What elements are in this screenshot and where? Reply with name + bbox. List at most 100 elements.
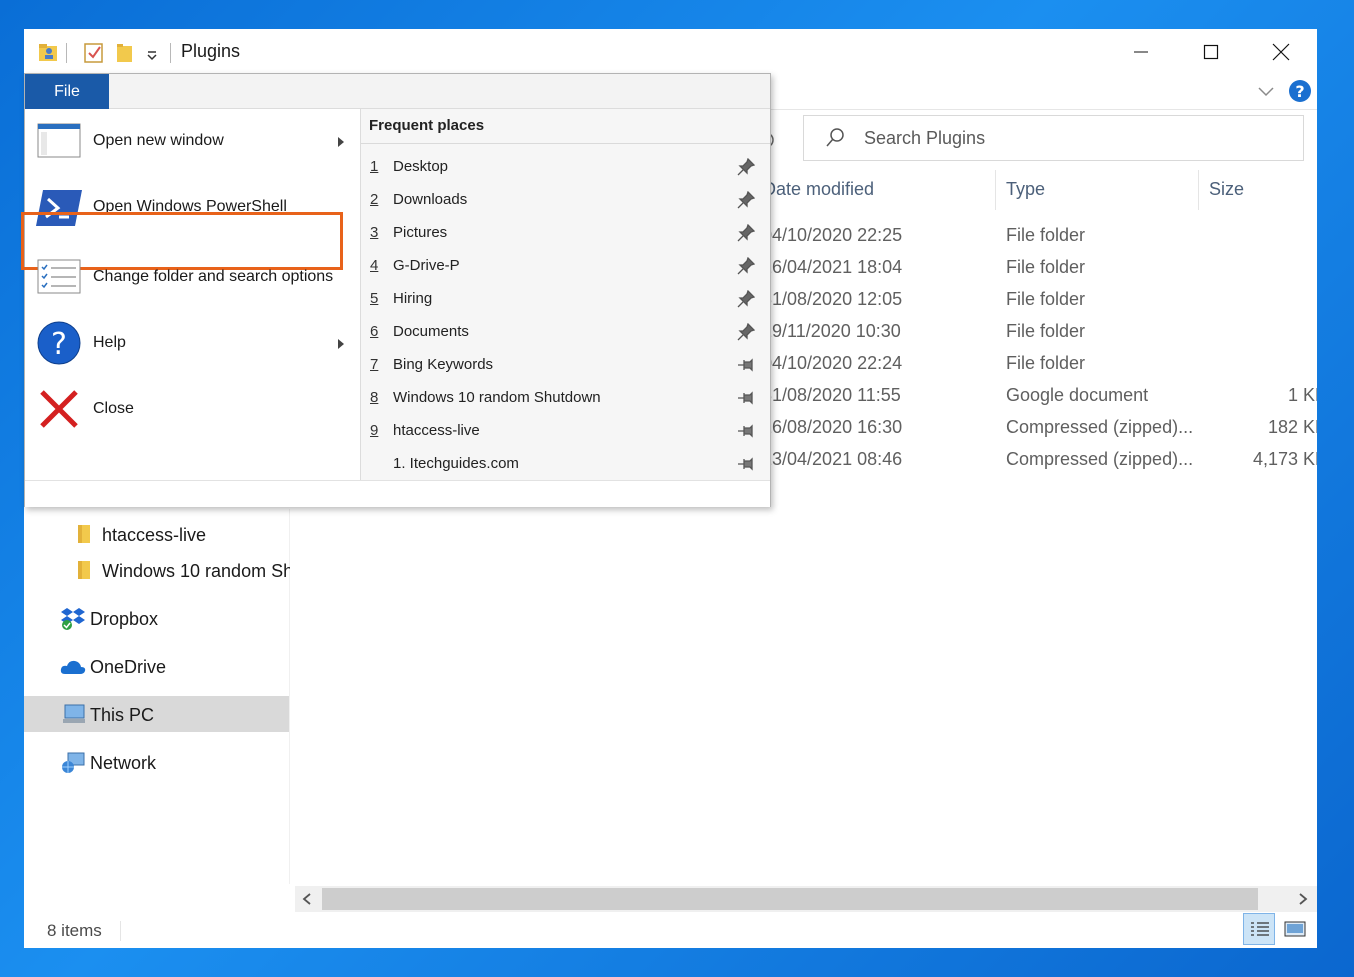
- maximize-button[interactable]: [1176, 29, 1246, 75]
- scroll-left-icon[interactable]: [301, 892, 313, 906]
- svg-text:?: ?: [51, 327, 67, 362]
- frequent-place-item[interactable]: 7 Bing Keywords: [361, 348, 770, 381]
- title-bar: Plugins: [24, 29, 1317, 75]
- file-type: File folder: [1006, 353, 1086, 373]
- file-date: 29/11/2020 10:30: [762, 321, 901, 341]
- this-pc-icon: [63, 704, 85, 723]
- submenu-arrow-icon: [338, 137, 344, 147]
- file-size: 182 KB: [1268, 417, 1317, 437]
- frequent-place-item[interactable]: 2 Downloads: [361, 183, 770, 216]
- unpinned-icon[interactable]: [737, 455, 755, 473]
- nav-item-onedrive[interactable]: OneDrive: [90, 657, 166, 678]
- help-label: Help: [93, 334, 126, 351]
- details-view-button[interactable]: [1243, 913, 1275, 945]
- folder-icon: [78, 561, 90, 579]
- network-icon: [62, 752, 85, 773]
- frequent-place-item[interactable]: 3 Pictures: [361, 216, 770, 249]
- unpinned-icon[interactable]: [737, 389, 755, 407]
- pinned-icon[interactable]: [737, 257, 755, 275]
- minimize-icon: [1134, 51, 1148, 53]
- status-item-count: 8 items: [47, 921, 102, 940]
- file-date: 31/08/2020 11:55: [762, 385, 901, 405]
- file-date: 26/08/2020 16:30: [762, 417, 903, 437]
- file-date: 04/10/2020 22:24: [762, 353, 903, 373]
- horizontal-scrollbar[interactable]: [295, 886, 1317, 912]
- column-header-type[interactable]: Type: [1006, 179, 1045, 200]
- pinned-icon[interactable]: [737, 191, 755, 209]
- maximize-icon: [1203, 44, 1219, 60]
- search-placeholder: Search Plugins: [864, 128, 986, 148]
- file-size: 1 KB: [1288, 385, 1317, 405]
- column-header-size[interactable]: Size: [1209, 179, 1244, 200]
- open-new-window-label: Open new window: [93, 132, 224, 149]
- file-date: 26/04/2021 18:04: [762, 257, 903, 277]
- large-icons-view-button[interactable]: [1279, 913, 1311, 945]
- frequent-place-item[interactable]: 1. Itechguides.com: [361, 447, 770, 480]
- nav-item-dropbox[interactable]: Dropbox: [90, 609, 158, 630]
- file-type: Compressed (zipped)...: [1006, 417, 1194, 437]
- file-type: File folder: [1006, 321, 1086, 341]
- close-menu-button[interactable]: Close: [25, 377, 360, 441]
- expand-ribbon-chevron-icon[interactable]: [1257, 85, 1275, 99]
- pinned-icon[interactable]: [737, 290, 755, 308]
- file-type: Compressed (zipped)...: [1006, 449, 1194, 469]
- frequent-place-item[interactable]: 6 Documents: [361, 315, 770, 348]
- frequent-place-item[interactable]: 1 Desktop: [361, 150, 770, 183]
- close-window-button[interactable]: [1246, 29, 1316, 75]
- column-header-date[interactable]: Date modified: [763, 179, 874, 200]
- open-new-window-button[interactable]: Open new window: [25, 109, 360, 173]
- details-view-icon: [1251, 922, 1269, 936]
- options-icon: [37, 259, 81, 294]
- change-folder-options-button[interactable]: Change folder and search options: [25, 245, 360, 309]
- scrollbar-thumb[interactable]: [322, 888, 1258, 910]
- pinned-icon[interactable]: [737, 323, 755, 341]
- frequent-place-item[interactable]: 5 Hiring: [361, 282, 770, 315]
- unpinned-icon[interactable]: [737, 422, 755, 440]
- nav-item-windows10-shutdown[interactable]: Windows 10 random Shutdown: [102, 561, 290, 582]
- file-type: Google document: [1006, 385, 1149, 405]
- unpinned-icon[interactable]: [737, 356, 755, 374]
- search-icon: [826, 128, 844, 147]
- close-icon: [1272, 43, 1290, 61]
- frequent-places-title: Frequent places: [369, 117, 485, 134]
- help-menu-button[interactable]: ? Help: [25, 311, 360, 375]
- frequent-places-panel: Frequent places 1 Desktop 2 Downloads 3 …: [361, 109, 770, 480]
- window-title: Plugins: [181, 41, 241, 61]
- nav-item-this-pc[interactable]: This PC: [90, 705, 154, 726]
- change-folder-options-label: Change folder and search options: [93, 268, 334, 285]
- file-date: 31/08/2020 12:05: [762, 289, 903, 309]
- frequent-place-item[interactable]: 9 htaccess-live: [361, 414, 770, 447]
- svg-text:?: ?: [1295, 82, 1304, 101]
- submenu-arrow-icon: [338, 339, 344, 349]
- close-label: Close: [93, 400, 134, 417]
- file-size: 4,173 KB: [1253, 449, 1317, 469]
- frequent-place-item[interactable]: 4 G-Drive-P: [361, 249, 770, 282]
- large-icons-view-icon: [1284, 921, 1306, 937]
- nav-item-htaccess-live[interactable]: htaccess-live: [102, 525, 206, 546]
- window-icon: [37, 123, 81, 158]
- help-icon: ?: [37, 321, 81, 365]
- dropbox-icon: [61, 608, 85, 630]
- new-folder-icon[interactable]: [116, 42, 134, 64]
- nav-item-network[interactable]: Network: [90, 753, 156, 774]
- file-menu: File Open new window Open Windows PowerS…: [21, 73, 771, 507]
- frequent-place-item[interactable]: 8 Windows 10 random Shutdown: [361, 381, 770, 414]
- customize-toolbar-chevron-icon[interactable]: [146, 49, 158, 61]
- file-type: File folder: [1006, 289, 1086, 309]
- minimize-button[interactable]: [1106, 29, 1176, 75]
- explorer-folder-icon[interactable]: [38, 41, 58, 63]
- pinned-icon[interactable]: [737, 158, 755, 176]
- pinned-icon[interactable]: [737, 224, 755, 242]
- file-date: 13/04/2021 08:46: [762, 449, 903, 469]
- file-tab[interactable]: File: [25, 74, 109, 109]
- scroll-right-icon[interactable]: [1297, 892, 1309, 906]
- help-icon[interactable]: ?: [1288, 79, 1312, 103]
- search-input[interactable]: Search Plugins: [803, 115, 1304, 161]
- file-menu-commands: Open new window Open Windows PowerShell …: [21, 109, 360, 480]
- file-type: File folder: [1006, 225, 1086, 245]
- folder-icon: [78, 525, 90, 543]
- properties-checkbox-icon[interactable]: [84, 42, 104, 64]
- file-date: 04/10/2020 22:25: [762, 225, 903, 245]
- file-type: File folder: [1006, 257, 1086, 277]
- onedrive-icon: [60, 660, 86, 674]
